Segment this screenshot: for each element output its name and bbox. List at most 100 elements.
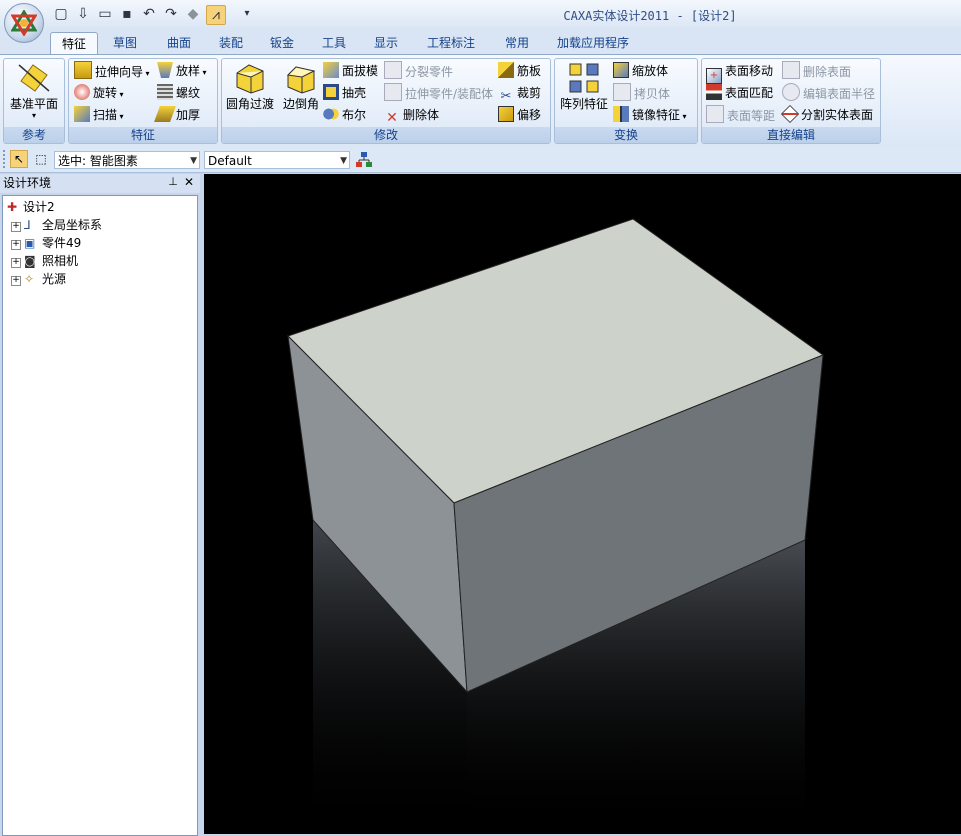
tab-assembly[interactable]: 装配 [210, 32, 252, 54]
offset-icon [498, 106, 514, 122]
extrude-icon [74, 61, 92, 79]
expand-icon[interactable]: + [11, 240, 21, 250]
undo-icon[interactable]: ↶ [140, 5, 158, 23]
fillet-button[interactable]: 圆角过渡 [224, 61, 276, 112]
face-draft-button[interactable]: 面拔模 [323, 61, 378, 81]
thread-label: 螺纹 [176, 86, 201, 100]
pattern-feature-button[interactable]: 阵列特征 [557, 61, 611, 112]
tab-engineering-annotation[interactable]: 工程标注 [420, 32, 482, 54]
mirror-label: 镜像特征 [632, 108, 681, 122]
tree-node-part[interactable]: + ▣ 零件49 [11, 234, 81, 252]
selection-filter-select[interactable]: 选中: 智能图素 ▼ [54, 151, 200, 169]
tree-node-global-coords[interactable]: + ⅃ 全局坐标系 [11, 216, 102, 234]
mirror-feature-button[interactable]: 镜像特征 ▾ [613, 105, 687, 125]
split-part-label: 分裂零件 [405, 65, 454, 79]
scissors-icon: ✂ [500, 89, 512, 104]
split-face-label: 分割实体表面 [801, 108, 874, 122]
select-pointer-icon[interactable]: ↖ [10, 150, 28, 168]
new-icon[interactable]: ▢ [52, 5, 70, 23]
expand-icon[interactable]: + [11, 222, 21, 232]
close-icon[interactable]: ✕ [182, 175, 196, 191]
tab-sketch[interactable]: 草图 [104, 32, 146, 54]
expand-icon[interactable]: + [11, 258, 21, 268]
chamfer-label: 边倒角 [282, 97, 319, 111]
thicken-icon [154, 106, 176, 122]
light-icon: ✧ [24, 272, 35, 286]
mirror-icon [613, 106, 629, 122]
extrude-wizard-button[interactable]: 拉伸向导 ▾ [74, 61, 150, 81]
tree-node-camera[interactable]: + ◙ 照相机 [11, 252, 78, 270]
revolve-label: 旋转 [93, 86, 118, 100]
shell-button[interactable]: 抽壳 [323, 83, 366, 103]
match-face-label: 表面匹配 [725, 86, 774, 100]
extrude-part-label: 拉伸零件/装配体 [405, 87, 494, 101]
viewport-scene [287, 218, 825, 834]
boolean-button[interactable]: 布尔 [323, 105, 366, 125]
rib-button[interactable]: 筋板 [498, 61, 541, 81]
redo-icon[interactable]: ↷ [162, 5, 180, 23]
extrude-to-part-button[interactable]: 拉伸零件/装配体 [384, 83, 493, 103]
tab-add-ins[interactable]: 加载应用程序 [552, 32, 634, 54]
window-title: CAXA实体设计2011 - [设计2] [563, 9, 737, 23]
dropdown-arrow-icon: ▾ [31, 111, 36, 120]
chamfer-button[interactable]: 边倒角 [276, 61, 326, 112]
split-solid-face-button[interactable]: 分割实体表面 [780, 104, 874, 125]
copy-body-button[interactable]: 拷贝体 [613, 83, 670, 103]
tab-display[interactable]: 显示 [365, 32, 407, 54]
tab-surface[interactable]: 曲面 [158, 32, 200, 54]
datum-plane-button[interactable]: 基准平面 ▾ [4, 61, 64, 120]
select-box-icon[interactable]: ⬚ [32, 150, 50, 168]
configuration-select[interactable]: Default ▼ [204, 151, 350, 169]
trim-button[interactable]: ✂ 裁剪 [498, 83, 541, 104]
selection-filter-value: 选中: 智能图素 [58, 154, 138, 168]
split-part-button[interactable]: 分裂零件 [384, 61, 453, 81]
tab-sheet-metal[interactable]: 钣金 [261, 32, 303, 54]
3d-viewport[interactable] [204, 174, 961, 834]
delete-face-button[interactable]: 删除表面 [782, 61, 851, 81]
tab-features[interactable]: 特征 [50, 32, 98, 55]
move-face-button[interactable]: + 表面移动 [706, 61, 773, 84]
offset-button[interactable]: 偏移 [498, 105, 541, 125]
group-label: 参考 [4, 127, 64, 143]
open-icon[interactable]: ▭ [96, 5, 114, 23]
thicken-button[interactable]: 加厚 [154, 105, 201, 125]
group-label: 变换 [555, 127, 697, 143]
expand-icon[interactable]: + [11, 276, 21, 286]
more-icon[interactable]: ▾ [238, 5, 256, 23]
application-menu-button[interactable] [4, 3, 44, 43]
scale-body-button[interactable]: 缩放体 [613, 61, 668, 81]
tree-node-label: 零件49 [42, 236, 82, 250]
thread-button[interactable]: 螺纹 [157, 83, 200, 103]
shell-label: 抽壳 [342, 86, 367, 100]
delete-body-button[interactable]: ✕ 删除体 [384, 105, 439, 126]
save-icon[interactable]: ▪ [118, 5, 136, 23]
split-face-icon [780, 104, 800, 124]
revolve-button[interactable]: 旋转 ▾ [74, 83, 124, 103]
split-part-icon [384, 61, 402, 79]
tree-node-label: 全局坐标系 [42, 218, 103, 232]
tab-common[interactable]: 常用 [496, 32, 538, 54]
tree-node-label: 光源 [42, 272, 67, 286]
rib-icon [498, 62, 514, 78]
pin-icon[interactable]: ⊥ [166, 175, 180, 191]
datum-plane-icon [18, 64, 50, 92]
thicken-label: 加厚 [176, 108, 201, 122]
loft-icon [157, 62, 173, 78]
edit-face-radius-button[interactable]: 编辑表面半径 [782, 83, 875, 103]
tree-node-design[interactable]: ✚ 设计2 [7, 198, 55, 216]
ribbon-group-transform: 阵列特征 缩放体 拷贝体 镜像特征 ▾ 变换 [554, 58, 698, 144]
tree-node-light[interactable]: + ✧ 光源 [11, 270, 66, 288]
design-tree: ✚ 设计2 + ⅃ 全局坐标系 + ▣ 零件49 + ◙ 照相机 + ✧ 光源 [2, 195, 198, 836]
import-icon[interactable]: ⇩ [74, 5, 92, 23]
loft-button[interactable]: 放样 ▾ [157, 61, 207, 81]
design-icon[interactable]: ⩘ [206, 5, 226, 25]
tab-tools[interactable]: 工具 [313, 32, 355, 54]
sweep-button[interactable]: 扫描 ▾ [74, 105, 124, 125]
hierarchy-icon[interactable] [355, 151, 373, 169]
match-face-button[interactable]: 表面匹配 [706, 83, 773, 103]
toolbar-grip[interactable] [3, 150, 8, 168]
render-icon[interactable]: ◆ [184, 5, 202, 23]
move-face-icon: + [706, 68, 722, 84]
face-offset-button[interactable]: 表面等距 [706, 105, 775, 125]
copy-icon [613, 83, 631, 101]
